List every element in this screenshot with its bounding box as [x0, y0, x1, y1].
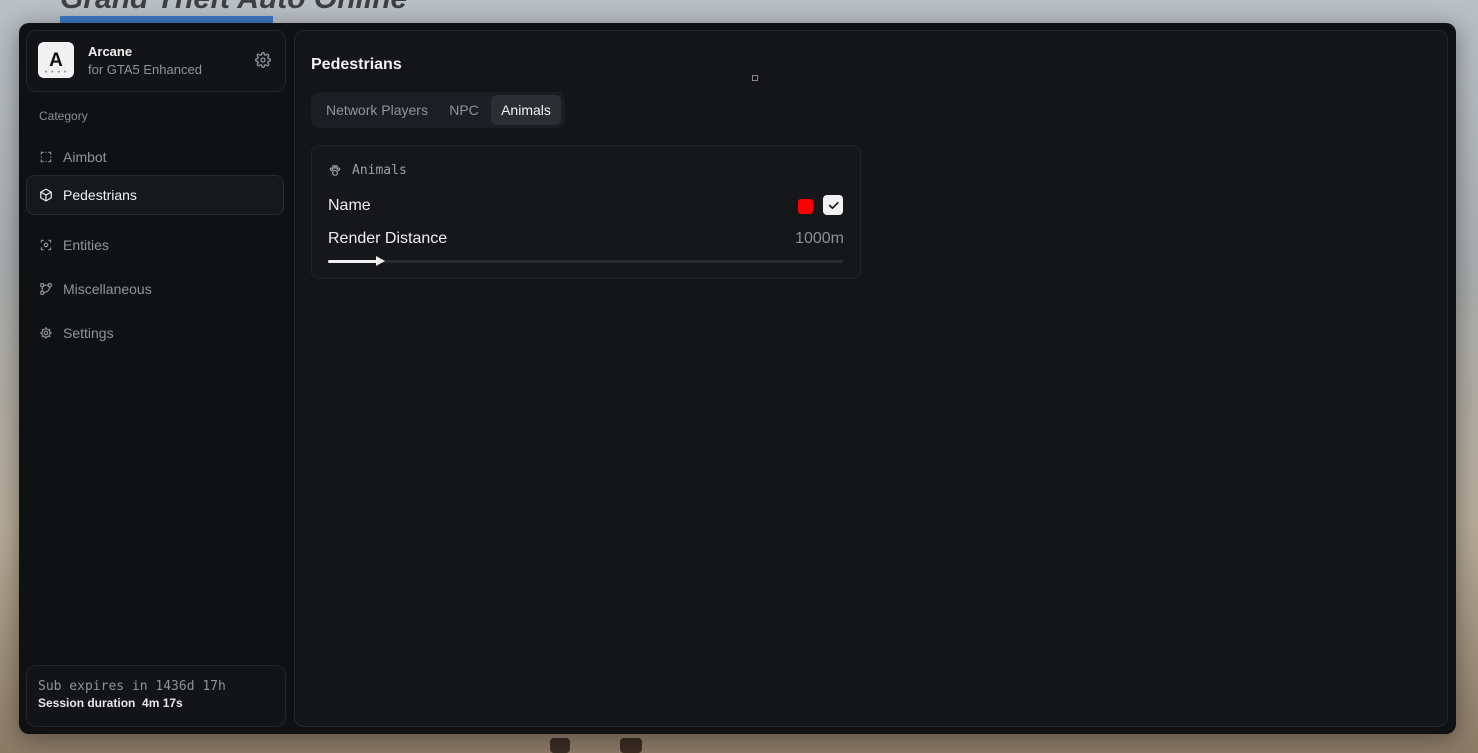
sidebar-item-label: Pedestrians	[63, 187, 137, 203]
sidebar-item-label: Entities	[63, 237, 109, 253]
name-checkbox[interactable]	[823, 195, 843, 215]
session-value: 4m 17s	[142, 696, 183, 710]
crosshair-dashed-icon	[40, 151, 52, 163]
gear-icon	[40, 327, 52, 339]
name-color-picker[interactable]	[798, 199, 813, 214]
sidebar: A ● ● ● ● Arcane for GTA5 Enhanced Categ…	[26, 30, 286, 727]
background-shape	[550, 738, 570, 753]
sidebar-item-aimbot[interactable]: Aimbot	[26, 137, 284, 177]
sidebar-item-entities[interactable]: Entities	[26, 225, 284, 265]
tab-npc[interactable]: NPC	[444, 95, 484, 125]
app-logo: A ● ● ● ●	[38, 42, 74, 78]
category-label: Category	[39, 109, 88, 123]
check-icon	[828, 201, 839, 209]
paw-icon	[329, 164, 341, 176]
sidebar-item-settings[interactable]: Settings	[26, 313, 284, 353]
render-distance-value: 1000m	[795, 230, 844, 247]
sidebar-item-pedestrians[interactable]: Pedestrians	[26, 175, 284, 215]
sidebar-item-label: Miscellaneous	[63, 281, 152, 297]
subscription-card: Sub expires in 1436d 17h Session duratio…	[26, 665, 286, 727]
tab-network-players[interactable]: Network Players	[314, 95, 440, 125]
page-title: Pedestrians	[311, 56, 402, 73]
logo-dots: ● ● ● ●	[44, 69, 68, 75]
background-shape	[620, 738, 642, 753]
main-panel: Pedestrians Network Players NPC Animals …	[294, 30, 1448, 727]
brand-name: Arcane	[88, 44, 133, 59]
render-distance-label: Render Distance	[328, 230, 448, 247]
brand-card: A ● ● ● ● Arcane for GTA5 Enhanced	[26, 30, 286, 92]
app-window: A ● ● ● ● Arcane for GTA5 Enhanced Categ…	[19, 23, 1456, 734]
name-label: Name	[328, 197, 371, 214]
sidebar-item-miscellaneous[interactable]: Miscellaneous	[26, 269, 284, 309]
animals-settings-card: Animals Name Render Distance 1000m	[311, 145, 861, 279]
tab-bar: Network Players NPC Animals	[311, 92, 565, 128]
brand-subtitle: for GTA5 Enhanced	[88, 62, 202, 77]
sub-expiry-text: Sub expires in 1436d 17h	[38, 679, 226, 694]
logo-letter: A	[49, 49, 63, 71]
scan-icon	[40, 239, 52, 251]
render-distance-slider[interactable]	[328, 256, 843, 266]
session-label: Session duration	[38, 696, 136, 710]
cube-icon	[40, 188, 52, 202]
tab-animals[interactable]: Animals	[491, 95, 561, 125]
sidebar-item-label: Aimbot	[63, 149, 107, 165]
mouse-cursor	[752, 75, 758, 81]
gear-icon[interactable]	[255, 52, 271, 68]
slider-thumb[interactable]	[376, 256, 385, 266]
card-title: Animals	[352, 163, 407, 178]
slider-fill	[328, 260, 380, 263]
nodes-icon	[40, 283, 52, 295]
card-header: Animals	[328, 163, 407, 178]
session-duration: Session duration 4m 17s	[38, 696, 183, 710]
background-game-title: Grand Theft Auto Online	[60, 0, 407, 16]
sidebar-item-label: Settings	[63, 325, 114, 341]
